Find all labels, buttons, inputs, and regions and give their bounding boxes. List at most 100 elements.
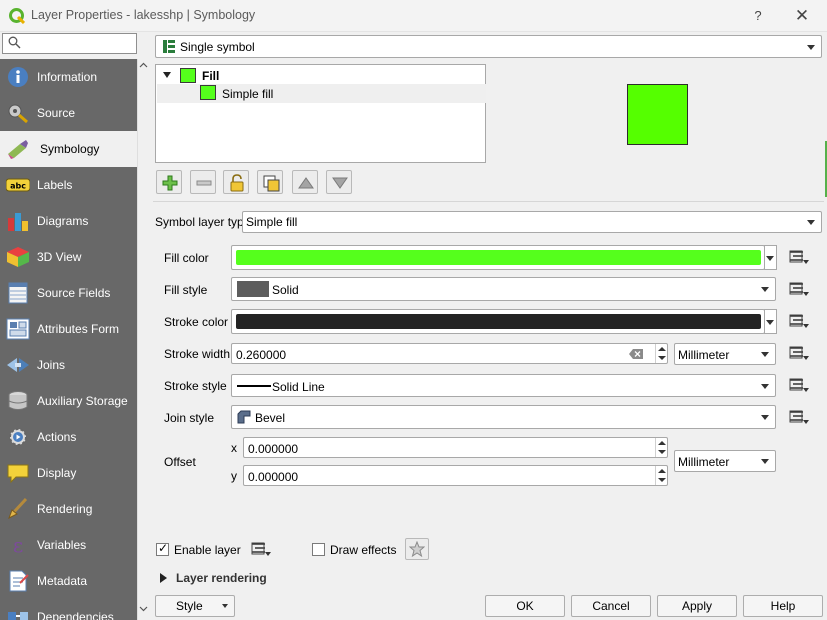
stepper-arrows[interactable] bbox=[655, 344, 667, 363]
sidebar-item-label: Source Fields bbox=[37, 286, 111, 300]
title-bar: Layer Properties - lakesshp | Symbology … bbox=[0, 0, 827, 32]
search-input[interactable] bbox=[25, 35, 133, 52]
stroke-color-data-defined-button[interactable] bbox=[786, 310, 810, 332]
join-style-label: Join style bbox=[164, 411, 215, 425]
collapse-arrow-icon[interactable] bbox=[163, 72, 171, 78]
style-menu-button[interactable]: Style bbox=[155, 595, 235, 617]
tree-fill-label: Fill bbox=[202, 69, 220, 83]
draw-effects-label[interactable]: Draw effects bbox=[330, 543, 396, 557]
scroll-down-arrow-icon[interactable] bbox=[139, 604, 148, 613]
sidebar-item-display[interactable]: Display bbox=[0, 455, 137, 491]
expand-arrow-icon[interactable] bbox=[160, 573, 167, 583]
stroke-width-data-defined-button[interactable] bbox=[786, 342, 810, 364]
enable-layer-checkbox[interactable] bbox=[156, 541, 169, 556]
renderer-type-combo[interactable]: Single symbol bbox=[155, 35, 822, 58]
sidebar-item-labels[interactable]: abc Labels bbox=[0, 167, 137, 203]
symbol-layer-type-combo[interactable]: Simple fill bbox=[242, 211, 822, 233]
sidebar-item-variables[interactable]: ε Variables bbox=[0, 527, 137, 563]
sidebar-item-information[interactable]: Information bbox=[0, 59, 137, 95]
offset-y-value: 0.000000 bbox=[248, 470, 299, 484]
stroke-style-combo[interactable]: Solid Line bbox=[231, 374, 776, 397]
sidebar-item-metadata[interactable]: Metadata bbox=[0, 563, 137, 599]
fill-color-data-defined-button[interactable] bbox=[786, 246, 810, 268]
apply-button[interactable]: Apply bbox=[657, 595, 737, 617]
fill-color-bar bbox=[236, 250, 761, 265]
close-button[interactable]: ✕ bbox=[782, 4, 822, 28]
sidebar-item-actions[interactable]: Actions bbox=[0, 419, 137, 455]
stroke-color-label: Stroke color bbox=[164, 315, 229, 329]
add-symbol-layer-button[interactable] bbox=[156, 170, 182, 194]
arrow-down-icon bbox=[332, 177, 348, 189]
search-box[interactable] bbox=[2, 33, 137, 54]
offset-unit-value: Millimeter bbox=[678, 455, 730, 469]
sidebar-item-auxiliary-storage[interactable]: Auxiliary Storage bbox=[0, 383, 137, 419]
lock-symbol-layer-button[interactable] bbox=[223, 170, 249, 194]
help-button[interactable]: Help bbox=[743, 595, 823, 617]
sidebar-item-dependencies[interactable]: Dependencies bbox=[0, 599, 137, 620]
3d-view-icon bbox=[7, 247, 29, 267]
sidebar-scrollbar[interactable] bbox=[137, 59, 150, 620]
source-icon bbox=[8, 104, 28, 124]
remove-symbol-layer-button[interactable] bbox=[190, 170, 216, 194]
duplicate-icon bbox=[263, 175, 280, 192]
stroke-width-unit-combo[interactable]: Millimeter bbox=[674, 343, 776, 365]
lock-icon bbox=[230, 174, 244, 192]
stroke-color-dropdown[interactable] bbox=[764, 309, 777, 334]
fill-color-dropdown[interactable] bbox=[764, 245, 777, 270]
sidebar-item-label: 3D View bbox=[37, 250, 82, 264]
duplicate-symbol-layer-button[interactable] bbox=[257, 170, 283, 194]
qgis-logo-icon bbox=[9, 8, 25, 24]
fill-style-combo[interactable]: Solid bbox=[231, 277, 776, 301]
sidebar-item-diagrams[interactable]: Diagrams bbox=[0, 203, 137, 239]
tree-row-simple-fill[interactable]: Simple fill bbox=[157, 84, 486, 103]
stroke-width-label: Stroke width bbox=[164, 347, 231, 361]
stepper-arrows[interactable] bbox=[655, 466, 667, 485]
move-down-button[interactable] bbox=[326, 170, 352, 194]
sidebar-item-label: Source bbox=[37, 106, 76, 120]
sidebar-item-source-fields[interactable]: Source Fields bbox=[0, 275, 137, 311]
sidebar-item-symbology[interactable]: Symbology bbox=[0, 131, 137, 167]
source-fields-icon bbox=[8, 282, 28, 304]
fill-style-data-defined-button[interactable] bbox=[786, 278, 810, 300]
rendering-icon bbox=[8, 498, 28, 520]
sidebar-item-3d-view[interactable]: 3D View bbox=[0, 239, 137, 275]
stroke-color-bar bbox=[236, 314, 761, 329]
sidebar-item-joins[interactable]: Joins bbox=[0, 347, 137, 383]
plus-icon bbox=[162, 175, 178, 191]
effects-settings-button[interactable] bbox=[405, 538, 429, 560]
sidebar-item-label: Auxiliary Storage bbox=[37, 394, 128, 408]
fill-color-button[interactable] bbox=[231, 245, 765, 270]
move-up-button[interactable] bbox=[292, 170, 318, 194]
cancel-button[interactable]: Cancel bbox=[571, 595, 651, 617]
enable-layer-label[interactable]: Enable layer bbox=[174, 543, 241, 557]
sidebar-item-source[interactable]: Source bbox=[0, 95, 137, 131]
clear-icon[interactable] bbox=[629, 349, 643, 359]
symbology-icon bbox=[8, 140, 28, 159]
sidebar-item-attributes-form[interactable]: Attributes Form bbox=[0, 311, 137, 347]
title-help-button[interactable]: ? bbox=[738, 4, 778, 28]
stepper-arrows[interactable] bbox=[655, 438, 667, 457]
stroke-style-data-defined-button[interactable] bbox=[786, 374, 810, 396]
layer-rendering-section-label[interactable]: Layer rendering bbox=[176, 571, 267, 585]
star-icon bbox=[409, 541, 425, 557]
stroke-width-spinbox[interactable]: 0.260000 bbox=[231, 343, 668, 364]
auxiliary-storage-icon bbox=[8, 391, 28, 410]
offset-x-spinbox[interactable]: 0.000000 bbox=[243, 437, 668, 458]
metadata-icon bbox=[9, 570, 29, 592]
symbol-layer-type-value: Simple fill bbox=[246, 215, 298, 229]
offset-unit-combo[interactable]: Millimeter bbox=[674, 450, 776, 472]
join-style-combo[interactable]: Bevel bbox=[231, 405, 776, 429]
stroke-color-button[interactable] bbox=[231, 309, 765, 334]
enable-layer-data-defined-button[interactable] bbox=[249, 538, 273, 560]
single-symbol-icon bbox=[163, 40, 175, 53]
sidebar-item-rendering[interactable]: Rendering bbox=[0, 491, 137, 527]
tree-row-fill[interactable]: Fill bbox=[157, 66, 486, 85]
ok-button[interactable]: OK bbox=[485, 595, 565, 617]
join-style-data-defined-button[interactable] bbox=[786, 406, 810, 428]
chevron-down-icon bbox=[761, 352, 769, 357]
draw-effects-checkbox[interactable] bbox=[312, 543, 325, 556]
offset-y-spinbox[interactable]: 0.000000 bbox=[243, 465, 668, 486]
symbol-layer-tree[interactable]: Fill Simple fill bbox=[155, 64, 486, 163]
symbol-layer-type-label: Symbol layer type bbox=[155, 215, 251, 229]
scroll-up-arrow-icon[interactable] bbox=[139, 61, 148, 70]
